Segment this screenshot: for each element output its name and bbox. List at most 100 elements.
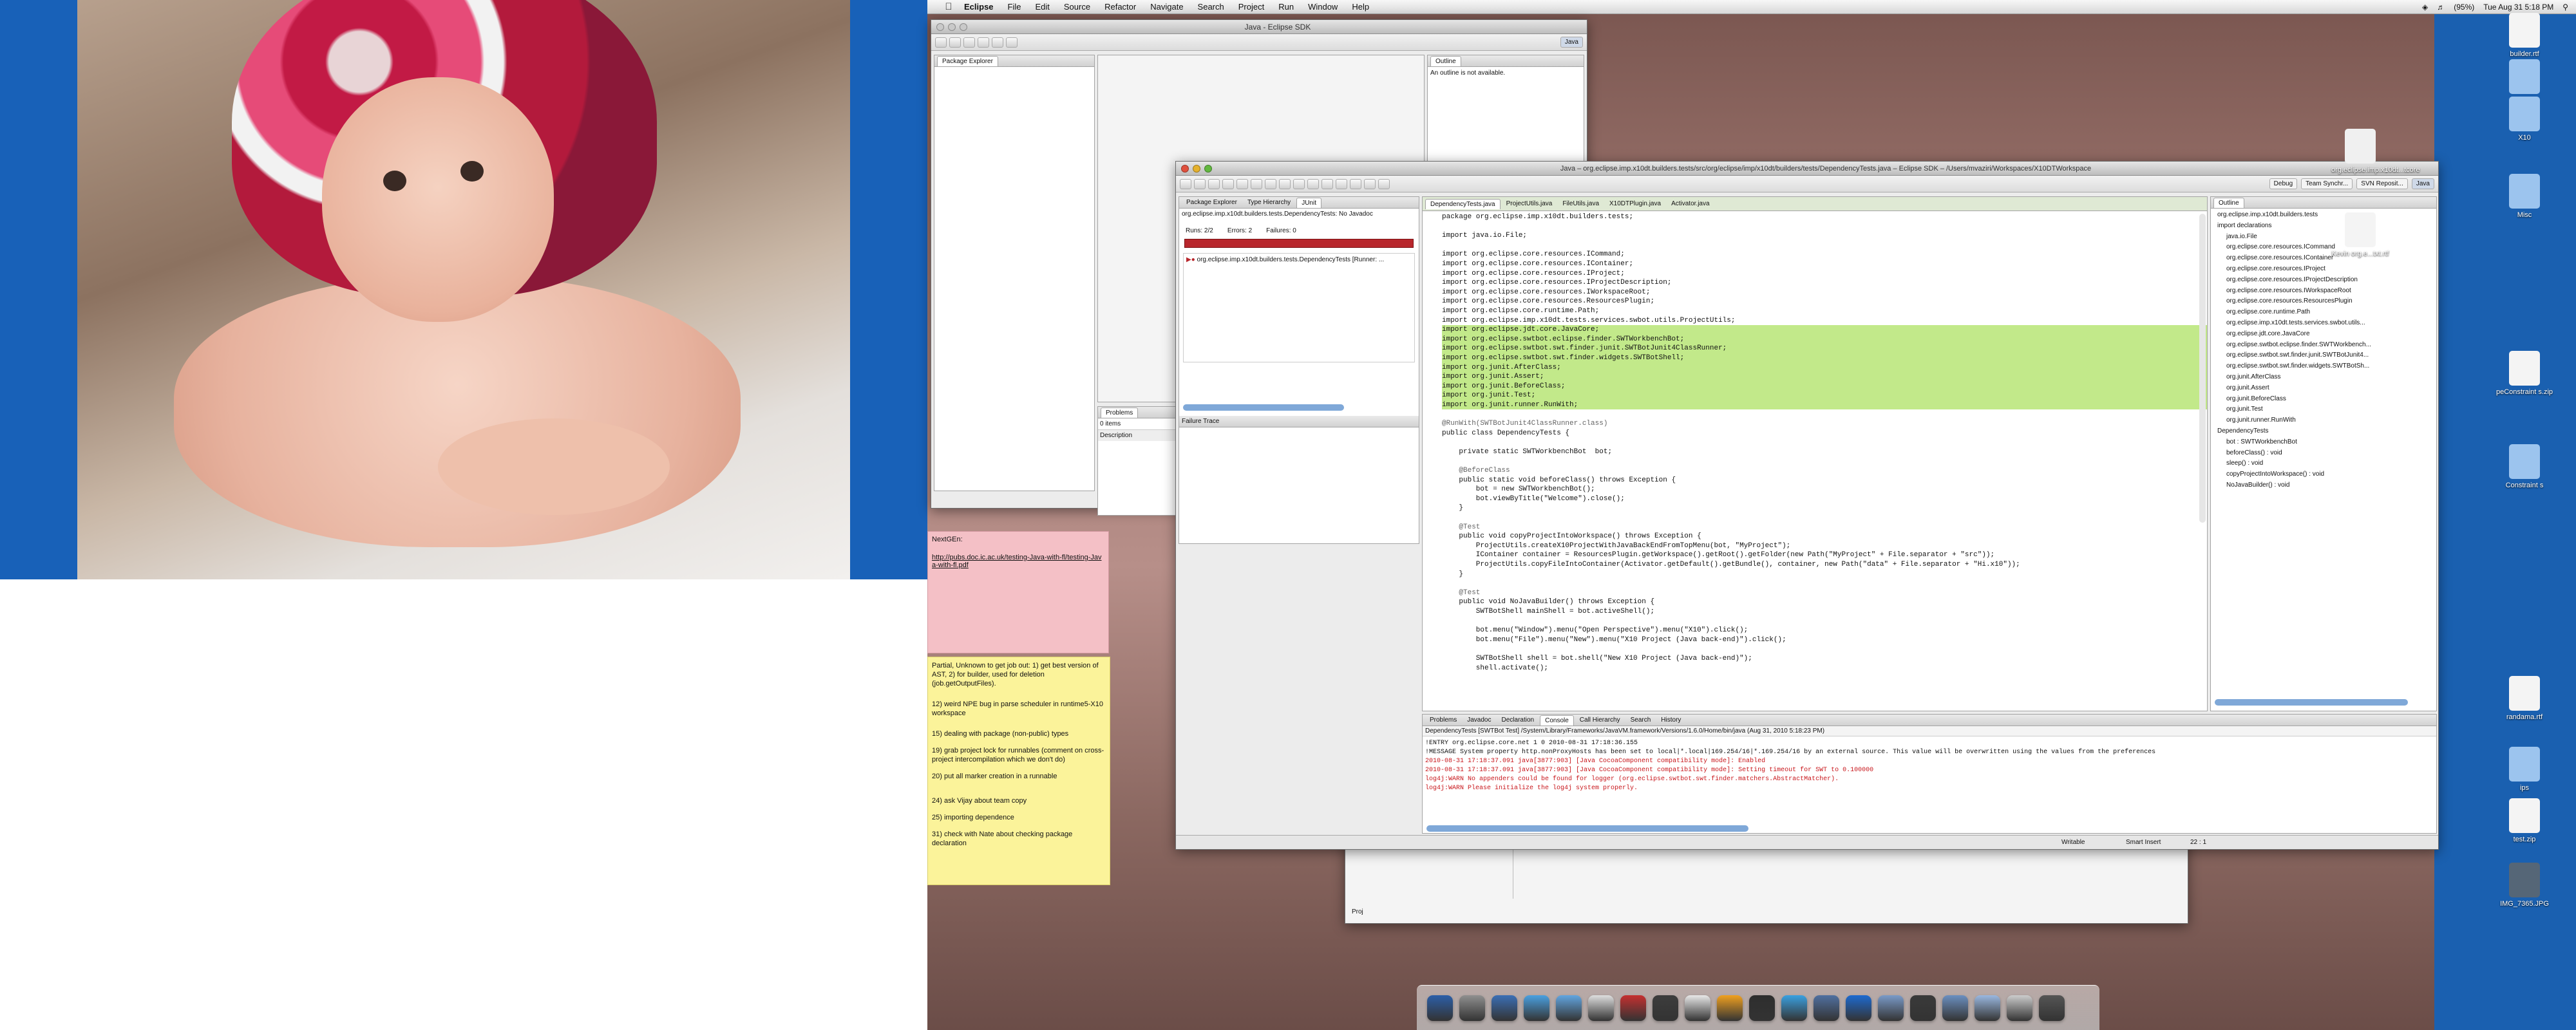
code-line[interactable]: shell.activate(); [1442,664,2207,673]
code-line[interactable] [1442,579,2207,588]
menu-navigate[interactable]: Navigate [1143,2,1190,12]
code-line[interactable]: bot.menu("File").menu("New").menu("X10 P… [1442,635,2207,645]
tab-javadoc[interactable]: Javadoc [1463,715,1495,725]
code-line[interactable]: import org.eclipse.swtbot.swt.finder.wid… [1442,353,2207,363]
tab-problems[interactable]: Problems [1425,715,1461,725]
perspective-svn[interactable]: SVN Reposit... [2356,178,2408,189]
print-icon[interactable] [1222,178,1234,189]
code-line[interactable]: } [1442,503,2207,513]
dock-app-icon[interactable] [1653,995,1678,1021]
new-icon[interactable] [935,37,947,48]
outline-scrollbar[interactable] [2215,699,2408,706]
dock-app-icon[interactable] [1781,995,1807,1021]
outline-item[interactable]: org.eclipse.core.resources.IProjectDescr… [2215,275,2432,286]
code-line[interactable]: public static void beforeClass() throws … [1442,476,2207,485]
code-line[interactable] [1442,617,2207,626]
code-line[interactable] [1442,644,2207,654]
menu-app-name[interactable]: Eclipse [957,2,1001,12]
new-java-project-icon[interactable] [1279,178,1291,189]
menu-refactor[interactable]: Refactor [1097,2,1143,12]
code-line[interactable]: public void copyProjectIntoWorkspace() t… [1442,532,2207,541]
perspective-java[interactable]: Java [2411,178,2434,189]
save-icon[interactable] [949,37,961,48]
new-class-icon[interactable] [1307,178,1319,189]
tab-console[interactable]: Console [1540,715,1574,726]
outline-item[interactable]: org.eclipse.swtbot.eclipse.finder.SWTWor… [2215,340,2432,351]
pink-note-link[interactable]: http://pubs.doc.ic.ac.uk/testing-Java-wi… [932,554,1104,569]
code-line[interactable]: IContainer container = ResourcesPlugin.g… [1442,550,2207,560]
outline-item[interactable]: sleep() : void [2215,458,2432,469]
code-line[interactable]: @BeforeClass [1442,466,2207,476]
code-line[interactable]: @Test [1442,523,2207,532]
code-line[interactable]: import org.eclipse.core.resources.IProje… [1442,278,2207,288]
code-line[interactable] [1442,409,2207,419]
dock-app-icon[interactable] [1717,995,1743,1021]
external-tools-icon[interactable] [1265,178,1276,189]
code-line[interactable]: import java.io.File; [1442,231,2207,241]
outline-item[interactable]: beforeClass() : void [2215,448,2432,459]
code-line[interactable]: import org.junit.Assert; [1442,372,2207,382]
tab-problems[interactable]: Problems [1101,407,1139,418]
tab-project-utils[interactable]: ProjectUtils.java [1502,199,1557,209]
dock-app-icon[interactable] [1459,995,1485,1021]
tab-type-hierarchy[interactable]: Type Hierarchy [1243,198,1295,207]
dock-app-icon[interactable] [1942,995,1968,1021]
dock-app-icon[interactable] [1492,995,1517,1021]
tab-package-explorer[interactable]: Package Explorer [1182,198,1242,207]
dock-app-icon[interactable] [1588,995,1614,1021]
code-line[interactable]: import org.eclipse.core.runtime.Path; [1442,306,2207,316]
junit-scrollbar[interactable] [1183,404,1344,411]
perspective-debug[interactable]: Debug [2269,178,2298,189]
wifi-icon[interactable]: ◈ [2422,3,2428,12]
dock-app-icon[interactable] [1846,995,1871,1021]
junit-tree-item[interactable]: org.eclipse.imp.x10dt.builders.tests.Dep… [1197,256,1385,263]
menu-run[interactable]: Run [1271,2,1301,12]
code-line[interactable]: private static SWTWorkbenchBot bot; [1442,447,2207,457]
new-icon[interactable] [1180,178,1191,189]
code-line[interactable]: import org.eclipse.jdt.core.JavaCore; [1442,325,2207,335]
close-button[interactable] [1181,164,1189,173]
outline-item[interactable]: org.eclipse.swtbot.swt.finder.widgets.SW… [2215,361,2432,372]
code-line[interactable]: import org.eclipse.core.resources.IProje… [1442,269,2207,279]
editor-scrollbar[interactable] [2199,214,2206,523]
tab-outline[interactable]: Outline [2213,197,2244,208]
outline-item[interactable]: java.io.File [2215,232,2432,243]
code-line[interactable]: import org.junit.runner.RunWith; [1442,400,2207,410]
code-line[interactable]: bot.menu("Window").menu("Open Perspectiv… [1442,626,2207,635]
back-icon[interactable] [1364,178,1376,189]
outline-item[interactable]: org.junit.BeforeClass [2215,394,2432,405]
outline-item[interactable]: org.eclipse.jdt.core.JavaCore [2215,329,2432,340]
outline-item[interactable]: org.junit.Assert [2215,383,2432,394]
menu-search[interactable]: Search [1191,2,1231,12]
outline-item[interactable]: org.eclipse.imp.x10dt.tests.services.swb… [2215,318,2432,329]
code-line[interactable]: import org.eclipse.core.resources.IConta… [1442,259,2207,269]
close-button[interactable] [936,23,944,31]
outline-item[interactable]: org.eclipse.core.resources.ICommand [2215,242,2432,253]
open-type-icon[interactable] [1321,178,1333,189]
menu-project[interactable]: Project [1231,2,1271,12]
console-output[interactable]: !ENTRY org.eclipse.core.net 1 0 2010-08-… [1423,736,2436,796]
next-annotation-icon[interactable] [1350,178,1361,189]
code-line[interactable] [1442,241,2207,250]
code-line[interactable]: public class DependencyTests { [1442,429,2207,438]
apple-menu-icon[interactable]:  [940,1,957,12]
code-line[interactable]: bot.viewByTitle("Welcome").close(); [1442,494,2207,504]
perspective-team-synch[interactable]: Team Synchr... [2301,178,2353,189]
code-line[interactable]: import org.eclipse.core.resources.Resour… [1442,297,2207,306]
outline-item[interactable]: import declarations [2215,221,2432,232]
code-line[interactable]: } [1442,570,2207,579]
menu-source[interactable]: Source [1057,2,1097,12]
tab-file-utils[interactable]: FileUtils.java [1558,199,1604,209]
menu-help[interactable]: Help [1345,2,1376,12]
outline-item[interactable]: org.eclipse.core.resources.IWorkspaceRoo… [2215,286,2432,297]
code-editor[interactable]: package org.eclipse.imp.x10dt.builders.t… [1423,211,2207,707]
menu-window[interactable]: Window [1301,2,1345,12]
tab-activator[interactable]: Activator.java [1667,199,1714,209]
clock[interactable]: Tue Aug 31 5:18 PM [2483,3,2553,12]
code-line[interactable]: import org.eclipse.swtbot.eclipse.finder… [1442,334,2207,344]
search-icon[interactable] [1336,178,1347,189]
desktop-icon[interactable]: builder.rtf [2496,13,2553,58]
code-line[interactable] [1442,438,2207,447]
outline-item[interactable]: org.junit.runner.RunWith [2215,415,2432,426]
outline-item[interactable]: org.eclipse.swtbot.swt.finder.junit.SWTB… [2215,350,2432,361]
